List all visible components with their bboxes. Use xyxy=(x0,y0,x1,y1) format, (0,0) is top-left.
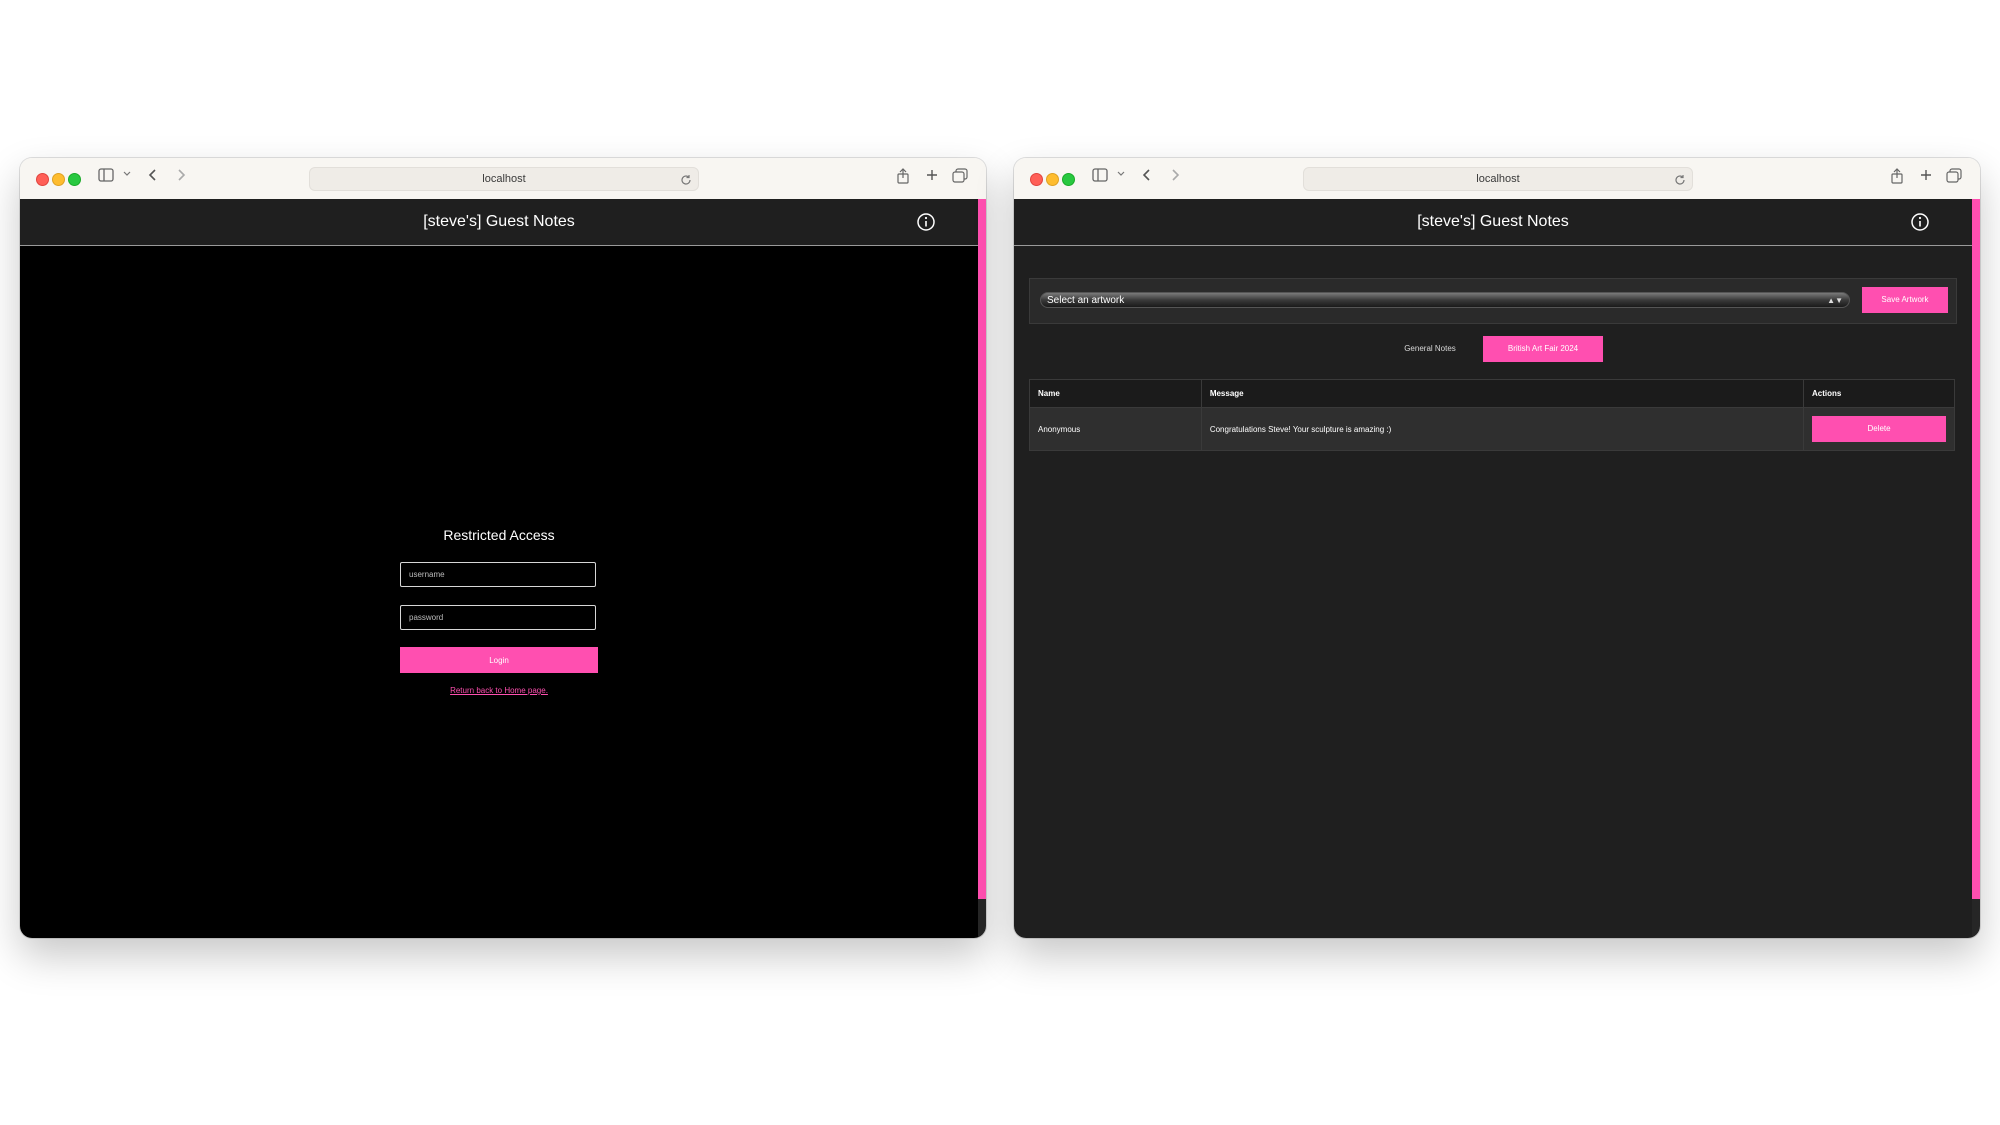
column-header-actions: Actions xyxy=(1803,379,1955,408)
close-window-button[interactable] xyxy=(36,173,49,186)
back-icon[interactable] xyxy=(148,168,158,182)
scrollbar-accent[interactable] xyxy=(1972,199,1980,899)
browser-window-login: localhost [steve's] Guest Notes Restrict… xyxy=(20,158,986,938)
forward-icon[interactable] xyxy=(176,168,186,182)
delete-button[interactable]: Delete xyxy=(1812,416,1946,442)
address-text: localhost xyxy=(1476,173,1520,185)
browser-toolbar: localhost xyxy=(1014,158,1980,200)
artwork-select[interactable]: Select an artwork ▲▼ xyxy=(1040,292,1850,308)
app-header: [steve's] Guest Notes xyxy=(1014,199,1972,246)
address-bar[interactable]: localhost xyxy=(309,167,699,191)
page-viewport: [steve's] Guest Notes Select an artwork … xyxy=(1014,199,1980,938)
minimize-window-button[interactable] xyxy=(1046,173,1059,186)
select-arrows-icon: ▲▼ xyxy=(1827,296,1843,305)
scrollbar-accent[interactable] xyxy=(978,199,986,899)
zoom-window-button[interactable] xyxy=(1062,173,1075,186)
info-icon[interactable] xyxy=(1910,212,1930,237)
home-link[interactable]: Return back to Home page. xyxy=(20,686,978,695)
artwork-select-value: Select an artwork xyxy=(1047,295,1125,306)
table-row: Anonymous Congratulations Steve! Your sc… xyxy=(1029,407,1955,451)
sidebar-icon[interactable] xyxy=(1092,168,1108,182)
page-title: [steve's] Guest Notes xyxy=(1417,213,1569,230)
notes-page: Select an artwork ▲▼ Save Artwork Genera… xyxy=(1014,246,1972,938)
new-tab-icon[interactable] xyxy=(1919,168,1933,182)
browser-window-notes: localhost [steve's] Guest Notes Select a… xyxy=(1014,158,1980,938)
tabs-overview-icon[interactable] xyxy=(952,168,968,184)
tab-general-notes[interactable]: General Notes xyxy=(1384,336,1476,362)
address-bar[interactable]: localhost xyxy=(1303,167,1693,191)
login-heading: Restricted Access xyxy=(443,527,555,543)
artwork-toolbar: Select an artwork ▲▼ Save Artwork xyxy=(1029,278,1957,324)
zoom-window-button[interactable] xyxy=(68,173,81,186)
sidebar-icon[interactable] xyxy=(98,168,114,182)
scrollbar-track xyxy=(1972,899,1980,938)
info-icon[interactable] xyxy=(916,212,936,237)
tab-british-art-fair[interactable]: British Art Fair 2024 xyxy=(1483,336,1603,362)
chevron-down-icon[interactable] xyxy=(1117,170,1125,178)
share-icon[interactable] xyxy=(1890,168,1904,184)
app-header: [steve's] Guest Notes xyxy=(20,199,978,246)
page-title: [steve's] Guest Notes xyxy=(423,213,575,230)
column-header-name: Name xyxy=(1029,379,1202,408)
column-header-message: Message xyxy=(1200,379,1805,408)
login-page: Restricted Access Login Return back to H… xyxy=(20,246,978,938)
address-text: localhost xyxy=(482,173,526,185)
forward-icon[interactable] xyxy=(1170,168,1180,182)
tabs-overview-icon[interactable] xyxy=(1946,168,1962,184)
table-header-row: Name Message Actions xyxy=(1029,379,1955,408)
password-field[interactable] xyxy=(400,605,596,630)
note-actions: Delete xyxy=(1803,407,1955,451)
save-artwork-button[interactable]: Save Artwork xyxy=(1862,287,1948,313)
note-name: Anonymous xyxy=(1029,407,1202,451)
new-tab-icon[interactable] xyxy=(925,168,939,182)
close-window-button[interactable] xyxy=(1030,173,1043,186)
reload-icon[interactable] xyxy=(680,172,692,194)
browser-toolbar: localhost xyxy=(20,158,986,200)
notes-table: Name Message Actions Anonymous Congratul… xyxy=(1029,379,1955,451)
share-icon[interactable] xyxy=(896,168,910,184)
login-button[interactable]: Login xyxy=(400,647,598,673)
note-message: Congratulations Steve! Your sculpture is… xyxy=(1200,407,1805,451)
reload-icon[interactable] xyxy=(1674,172,1686,194)
back-icon[interactable] xyxy=(1142,168,1152,182)
page-viewport: [steve's] Guest Notes Restricted Access … xyxy=(20,199,986,938)
chevron-down-icon[interactable] xyxy=(123,170,131,178)
username-field[interactable] xyxy=(400,562,596,587)
scrollbar-track xyxy=(978,899,986,938)
minimize-window-button[interactable] xyxy=(52,173,65,186)
